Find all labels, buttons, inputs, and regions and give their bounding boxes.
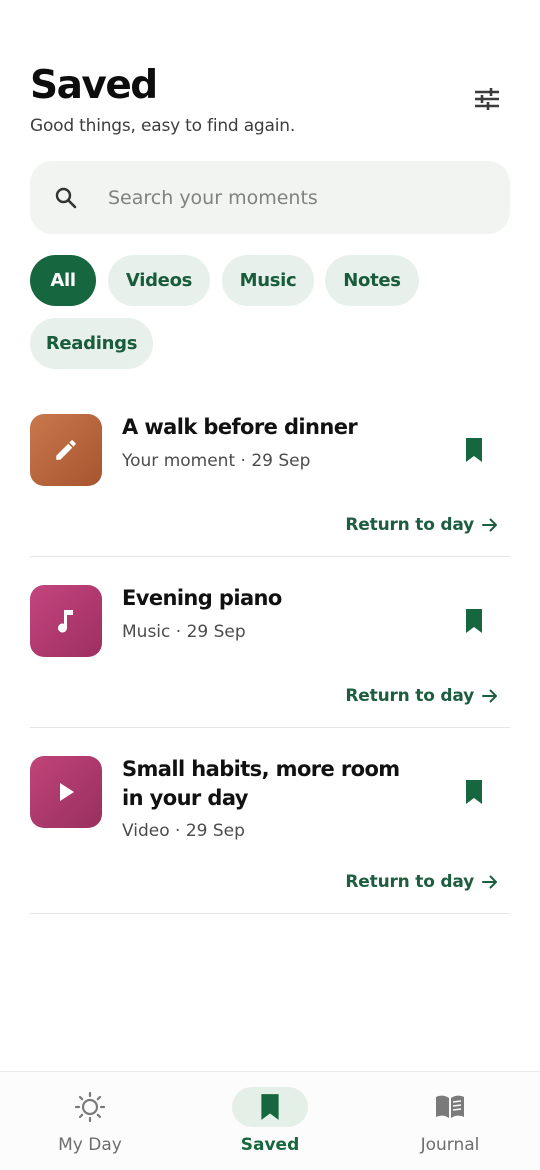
page-header: Saved Good things, easy to find again. — [30, 62, 510, 142]
chip-all[interactable]: All — [30, 255, 96, 306]
bookmark-icon — [466, 780, 482, 804]
arrow-right-icon — [482, 875, 498, 889]
item-meta: Video · 29 Sep — [122, 821, 245, 841]
chip-videos[interactable]: Videos — [108, 255, 210, 306]
list-item: Evening piano Music · 29 Sep Return to d… — [30, 566, 510, 728]
arrow-right-icon — [482, 518, 498, 532]
item-title[interactable]: A walk before dinner — [122, 413, 422, 442]
return-to-day-link[interactable]: Return to day — [345, 515, 498, 535]
arrow-right-icon — [482, 689, 498, 703]
nav-label: Saved — [240, 1135, 300, 1155]
search-input[interactable] — [108, 186, 488, 209]
bookmark-icon — [261, 1094, 279, 1120]
search-icon — [54, 186, 78, 210]
nav-journal[interactable]: Journal — [380, 1072, 520, 1170]
return-to-day-link[interactable]: Return to day — [345, 686, 498, 706]
nav-icon-container — [232, 1087, 308, 1127]
item-title[interactable]: Small habits, more room in your day — [122, 755, 422, 813]
bottom-navigation: My Day Saved Journal — [0, 1071, 540, 1170]
page-subtitle: Good things, easy to find again. — [30, 116, 296, 136]
play-icon — [60, 783, 74, 801]
list-item: A walk before dinner Your moment · 29 Se… — [30, 395, 510, 557]
list-item: Small habits, more room in your day Vide… — [30, 737, 510, 914]
item-meta: Music · 29 Sep — [122, 622, 246, 642]
item-thumbnail — [30, 756, 102, 828]
chip-notes[interactable]: Notes — [325, 255, 419, 306]
sun-icon — [74, 1091, 106, 1123]
page-title: Saved — [30, 63, 158, 108]
bookmark-icon — [466, 609, 482, 633]
return-label: Return to day — [345, 872, 474, 892]
nav-icon-container — [52, 1087, 128, 1127]
nav-label: Journal — [420, 1135, 480, 1155]
book-icon — [436, 1095, 464, 1118]
nav-my-day[interactable]: My Day — [20, 1072, 160, 1170]
item-thumbnail — [30, 585, 102, 657]
chip-readings[interactable]: Readings — [30, 318, 153, 369]
bookmark-button[interactable] — [462, 608, 486, 636]
music-note-icon — [58, 610, 73, 633]
bookmark-button[interactable] — [462, 437, 486, 465]
return-label: Return to day — [345, 686, 474, 706]
item-thumbnail — [30, 414, 102, 486]
filter-settings-button[interactable] — [472, 84, 502, 114]
nav-label: My Day — [58, 1135, 122, 1155]
bookmark-button[interactable] — [462, 779, 486, 807]
chip-music[interactable]: Music — [222, 255, 314, 306]
return-to-day-link[interactable]: Return to day — [345, 872, 498, 892]
search-bar[interactable] — [30, 161, 510, 234]
pencil-icon — [56, 440, 76, 460]
nav-icon-container — [412, 1087, 488, 1127]
item-title[interactable]: Evening piano — [122, 584, 422, 613]
sliders-icon — [475, 88, 499, 110]
item-meta: Your moment · 29 Sep — [122, 451, 311, 471]
return-label: Return to day — [345, 515, 474, 535]
nav-saved[interactable]: Saved — [200, 1072, 340, 1170]
bookmark-icon — [466, 438, 482, 462]
